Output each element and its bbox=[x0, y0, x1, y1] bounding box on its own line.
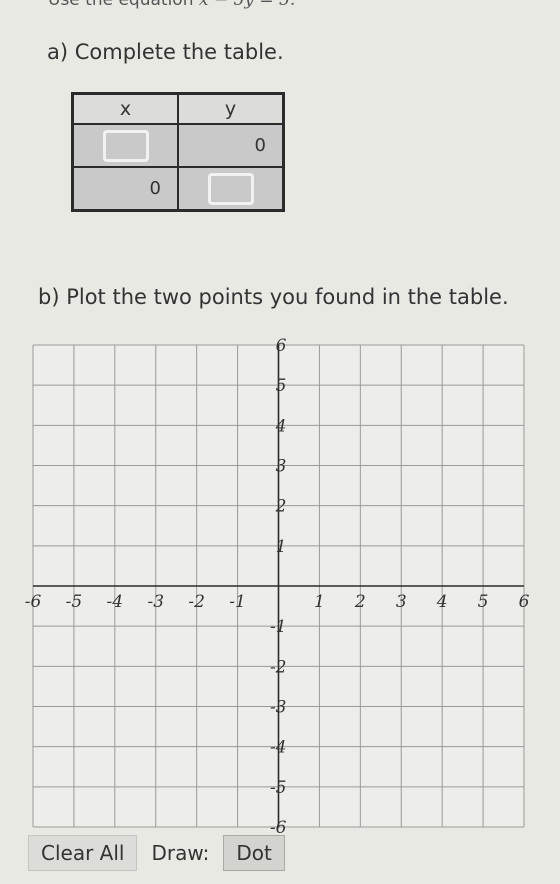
table-header-y: y bbox=[177, 92, 285, 125]
y-tick-label: -3 bbox=[270, 698, 287, 718]
clear-all-button[interactable]: Clear All bbox=[28, 835, 138, 871]
x-tick-label: 4 bbox=[436, 592, 448, 612]
y-tick-label: 6 bbox=[276, 336, 287, 356]
x-tick-label: 6 bbox=[519, 592, 530, 612]
x-tick-label: -4 bbox=[107, 592, 124, 612]
x-tick-label: 2 bbox=[354, 592, 366, 612]
coordinate-plane[interactable]: -6 -5 -4 -3 -2 -1 1 2 3 4 5 6 6 5 4 3 2 1 -1 -2 -3 -4 -5 -6 bbox=[0, 330, 560, 835]
y-tick-label: -2 bbox=[270, 657, 287, 677]
equation-header: Use the equation x − 5y = 5. bbox=[0, 0, 560, 16]
x-tick-label: -5 bbox=[66, 592, 83, 612]
y-tick-label: -6 bbox=[270, 818, 287, 835]
table-cell-x2: 0 bbox=[71, 166, 179, 212]
y-tick-label: 5 bbox=[276, 376, 287, 396]
table-cell-y2[interactable] bbox=[177, 166, 285, 212]
x-tick-label: -2 bbox=[188, 592, 205, 612]
x1-input[interactable] bbox=[102, 129, 149, 162]
table-cell-x1[interactable] bbox=[71, 123, 179, 168]
x-tick-label: 1 bbox=[314, 592, 325, 612]
graph-controls: Clear All Draw: Dot bbox=[28, 835, 285, 871]
y2-input[interactable] bbox=[207, 172, 254, 205]
part-b-instruction: b) Plot the two points you found in the … bbox=[38, 285, 509, 309]
y-tick-label: -5 bbox=[270, 778, 287, 798]
table-row: 0 bbox=[71, 166, 285, 212]
x-tick-label: -6 bbox=[25, 592, 42, 612]
x-tick-label: -1 bbox=[229, 592, 246, 612]
y-tick-label: 1 bbox=[276, 537, 287, 557]
equation-text: x − 5y = 5. bbox=[198, 0, 296, 10]
xy-table: x y 0 0 bbox=[71, 92, 285, 212]
y-tick-label: 4 bbox=[275, 416, 287, 436]
y-tick-label: 3 bbox=[276, 457, 287, 477]
draw-label: Draw: bbox=[151, 841, 210, 865]
y-tick-label: -4 bbox=[270, 738, 287, 758]
x-tick-label: 5 bbox=[478, 592, 489, 612]
equation-prefix: Use the equation bbox=[48, 0, 194, 10]
part-a-instruction: a) Complete the table. bbox=[47, 40, 284, 64]
table-cell-y1: 0 bbox=[177, 123, 285, 168]
x-tick-label: -3 bbox=[147, 592, 164, 612]
y-tick-label: 2 bbox=[275, 497, 287, 517]
dot-tool-button[interactable]: Dot bbox=[223, 835, 285, 871]
x-tick-label: 3 bbox=[396, 592, 407, 612]
table-header-x: x bbox=[71, 92, 179, 125]
table-row: 0 bbox=[71, 123, 285, 168]
y-tick-label: -1 bbox=[270, 617, 287, 637]
